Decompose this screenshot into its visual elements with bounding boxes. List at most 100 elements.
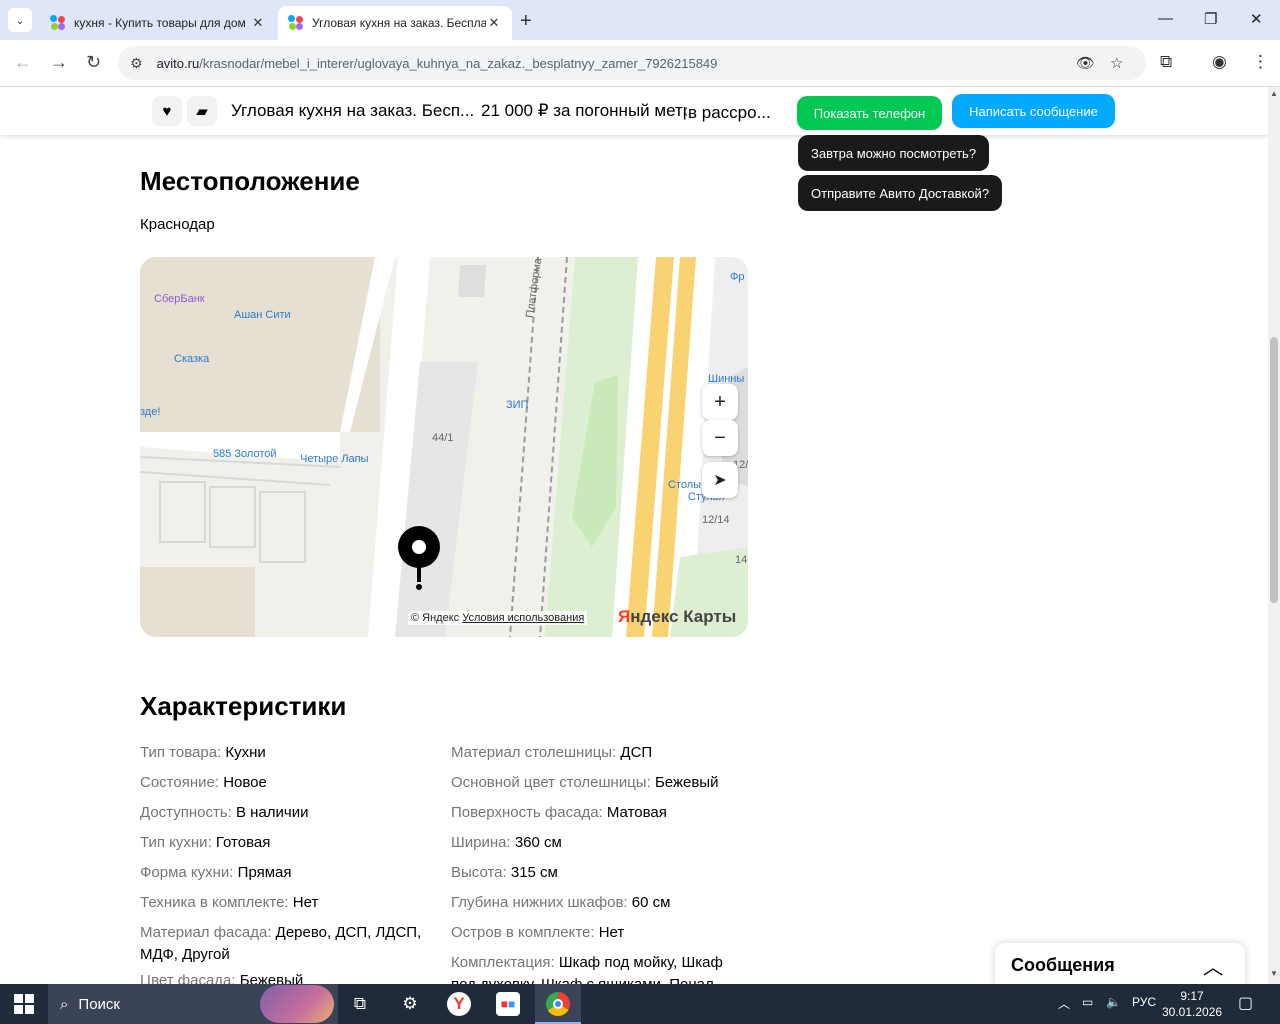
char-row: Остров в комплекте: Нет xyxy=(451,918,723,948)
show-phone-button[interactable]: Показать телефон xyxy=(797,96,942,130)
avito-favicon-icon xyxy=(288,15,304,31)
reload-icon[interactable]: ↻ xyxy=(86,52,101,73)
char-row: Поверхность фасада: Матовая xyxy=(451,798,723,828)
write-message-button[interactable]: Написать сообщение xyxy=(952,94,1115,128)
note-icon[interactable]: ▰ xyxy=(187,96,217,126)
forward-icon[interactable]: → xyxy=(50,52,68,73)
char-key: Комплектация: xyxy=(451,954,555,971)
char-value: 60 см xyxy=(631,894,671,911)
address-bar-row: ← → ↻ ⚙ avito.ru/krasnodar/mebel_i_inter… xyxy=(0,40,1280,87)
bookmark-star-icon[interactable]: ☆ xyxy=(1110,54,1123,72)
extensions-icon[interactable]: ⧉ xyxy=(1160,52,1172,72)
favorite-heart-icon[interactable]: ♥ xyxy=(152,96,182,126)
chevron-up-icon[interactable]: ︿ xyxy=(1203,951,1223,980)
network-icon[interactable]: ▭ xyxy=(1082,995,1093,1009)
yandex-browser-icon[interactable]: Y xyxy=(447,992,471,1016)
map-copyright: © Яндекс xyxy=(411,612,460,624)
char-key: Материал столешницы: xyxy=(451,744,617,761)
tab-inactive[interactable]: кухня - Купить товары для дом ✕ xyxy=(40,6,276,40)
location-city: Краснодар xyxy=(140,216,215,233)
logo-text: ндекс Карты xyxy=(630,607,737,626)
logo-letter: Я xyxy=(618,607,631,626)
avito-favicon-icon xyxy=(50,15,66,31)
minimize-button[interactable]: — xyxy=(1158,10,1173,27)
scroll-down-icon[interactable]: ▼ xyxy=(1270,969,1278,978)
characteristics-right-column: Материал столешницы: ДСП Основной цвет с… xyxy=(451,738,723,996)
messages-panel[interactable]: Сообщения ︿ xyxy=(995,943,1245,985)
char-row: Форма кухни: Прямая xyxy=(140,858,421,888)
map-poi-four-paws[interactable]: Четыре Лапы xyxy=(300,453,369,465)
char-row: Комплектация: Шкаф под мойку, Шкаф xyxy=(451,948,723,974)
close-window-button[interactable]: ✕ xyxy=(1250,10,1263,28)
new-tab-button[interactable]: + xyxy=(520,10,532,33)
volume-icon[interactable]: 🔈 xyxy=(1106,995,1121,1009)
restore-button[interactable]: ❐ xyxy=(1204,10,1217,28)
close-tab-icon[interactable]: ✕ xyxy=(250,15,266,31)
url-field[interactable]: ⚙ avito.ru/krasnodar/mebel_i_interer/ugl… xyxy=(118,46,1146,80)
char-key: Высота: xyxy=(451,864,507,881)
app-grid-icon[interactable]: ■ ■ xyxy=(496,992,520,1016)
windows-start-icon[interactable] xyxy=(14,994,34,1014)
map-poi-auchan[interactable]: Ашан Сити xyxy=(234,309,291,321)
map-label-14: 14 xyxy=(735,554,748,566)
char-key: Тип товара: xyxy=(140,744,222,761)
scrollbar-thumb[interactable] xyxy=(1270,337,1278,603)
tab-title: кухня - Купить товары для дом xyxy=(74,16,246,30)
clock-date: 30.01.2026 xyxy=(1162,1005,1223,1019)
taskbar-search-label: Поиск xyxy=(78,995,120,1013)
input-language[interactable]: РУС xyxy=(1132,995,1156,1009)
map-poi-skazka[interactable]: Сказка xyxy=(174,353,209,365)
menu-icon[interactable]: ⋮ xyxy=(1252,52,1269,72)
char-row: Тип кухни: Готовая xyxy=(140,828,421,858)
sticky-ad-header: ♥ ▰ Угловая кухня на заказ. Бесп... 21 0… xyxy=(0,87,1268,135)
char-row: Состояние: Новое xyxy=(140,768,421,798)
char-key: Тип кухни: xyxy=(140,834,212,851)
char-value: Новое xyxy=(223,774,267,791)
page-scrollbar[interactable]: ▲ ▼ xyxy=(1268,87,1280,984)
settings-gear-icon[interactable]: ⚙ xyxy=(398,992,422,1016)
char-value: Нет xyxy=(292,894,319,911)
map-poi-edge: здe! xyxy=(140,406,161,418)
char-key: Ширина: xyxy=(451,834,511,851)
tab-title: Угловая кухня на заказ. Беспла xyxy=(312,16,486,30)
map-poi-zip[interactable]: ЗИП xyxy=(506,399,528,411)
back-icon[interactable]: ← xyxy=(14,52,32,73)
map-attribution: © Яндекс Условия использования xyxy=(408,611,588,625)
chrome-icon[interactable] xyxy=(546,992,570,1016)
yandex-map[interactable]: СберБанк Ашан Сити Сказка здe! 585 Золот… xyxy=(140,257,748,637)
tab-search-button[interactable]: ⌄ xyxy=(8,8,32,32)
zoom-in-button[interactable]: + xyxy=(702,384,738,420)
char-row: Ширина: 360 см xyxy=(451,828,723,858)
site-info-icon[interactable]: ⚙ xyxy=(130,55,143,72)
location-pin-icon xyxy=(398,526,440,590)
char-value: В наличии xyxy=(235,804,309,821)
close-tab-icon[interactable]: ✕ xyxy=(486,15,502,31)
taskbar-search[interactable]: ⌕ Поиск xyxy=(48,984,338,1024)
tracking-protection-icon[interactable]: 👁 xyxy=(1076,54,1095,72)
quick-reply-chip[interactable]: Отправите Авито Доставкой? xyxy=(798,175,1003,211)
task-view-icon[interactable]: ⧉ xyxy=(348,992,372,1016)
char-value: Готовая xyxy=(215,834,271,851)
map-poi-fr[interactable]: Фр xyxy=(730,271,744,283)
scroll-up-icon[interactable]: ▲ xyxy=(1270,89,1278,98)
tab-active[interactable]: Угловая кухня на заказ. Беспла ✕ xyxy=(278,6,512,40)
char-value: Нет xyxy=(598,924,625,941)
map-label-building: 44/1 xyxy=(432,432,454,444)
quick-reply-chip[interactable]: Завтра можно посмотреть? xyxy=(798,135,990,171)
map-poi-585[interactable]: 585 Золотой xyxy=(213,448,277,460)
geolocate-icon[interactable]: ➤ xyxy=(702,462,738,498)
char-value: МДФ, Другой xyxy=(140,946,230,963)
clock[interactable]: 9:17 30.01.2026 xyxy=(1162,988,1222,1020)
map-terms-link[interactable]: Условия использования xyxy=(462,612,584,624)
tray-chevron-up-icon[interactable]: ︿ xyxy=(1058,995,1070,1012)
search-icon: ⌕ xyxy=(60,995,69,1013)
yandex-maps-logo[interactable]: Яндекс Карты xyxy=(618,607,736,627)
notifications-icon[interactable]: ▢ xyxy=(1238,993,1253,1013)
map-poi-sberbank[interactable]: СберБанк xyxy=(154,293,205,305)
profile-icon[interactable]: ◉ xyxy=(1212,52,1227,72)
map-label-12-14: 12/14 xyxy=(702,514,730,526)
map-poi-stoly[interactable]: Столы xyxy=(668,479,701,491)
zoom-out-button[interactable]: − xyxy=(702,420,738,456)
char-key: Состояние: xyxy=(140,774,220,791)
char-value: 315 см xyxy=(510,864,558,881)
